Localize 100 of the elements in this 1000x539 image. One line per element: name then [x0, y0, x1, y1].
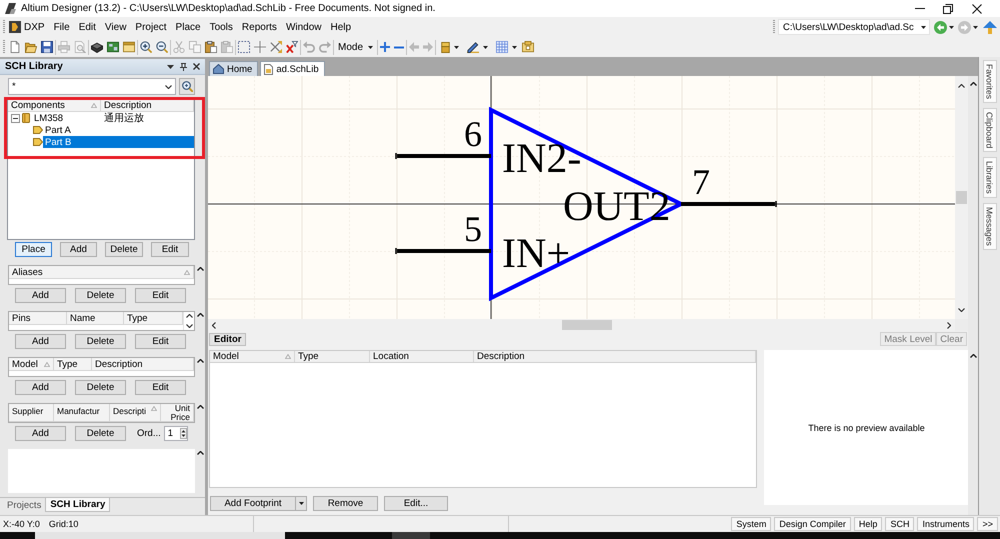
side-panel-tab[interactable]: Favorites	[982, 60, 996, 103]
panel-button[interactable]: Add	[15, 334, 66, 349]
scroll-up-icon[interactable]	[958, 84, 965, 88]
scroll-down-icon[interactable]	[186, 324, 192, 328]
pencil-icon[interactable]	[467, 41, 480, 53]
column-header[interactable]: Description	[101, 99, 194, 111]
side-panel-tab[interactable]: Clipboard	[982, 108, 996, 152]
panel-tab[interactable]: Editor	[209, 333, 246, 346]
status-button[interactable]: >>	[977, 517, 998, 531]
column-header[interactable]: Descripti	[110, 404, 161, 421]
column-header[interactable]: Description	[474, 351, 756, 362]
status-button[interactable]: Help	[854, 517, 882, 531]
filter-dropdown[interactable]: *	[8, 78, 176, 95]
crossed-arrows-icon[interactable]	[270, 41, 282, 53]
menu-item[interactable]: Place	[171, 20, 206, 34]
dxp-logo-icon[interactable]	[9, 21, 21, 33]
restore-icon[interactable]	[943, 4, 953, 14]
panel-button[interactable]: Delete	[75, 334, 126, 349]
column-header[interactable]: Pins	[9, 312, 67, 324]
column-header[interactable]: Name	[67, 312, 124, 324]
side-panel-tab[interactable]: Libraries	[982, 157, 996, 198]
selection-rectangle-icon[interactable]	[238, 41, 250, 53]
column-header[interactable]: Components	[8, 99, 101, 111]
menu-item[interactable]: Window	[281, 20, 326, 34]
panel-button[interactable]: Add	[15, 380, 66, 395]
dropdown-icon[interactable]	[167, 64, 174, 68]
pin-icon[interactable]	[180, 62, 187, 70]
stack-icon[interactable]	[91, 41, 103, 53]
column-header[interactable]: Type	[54, 358, 92, 370]
status-button[interactable]: Design Compiler	[774, 517, 851, 531]
horizontal-scrollbar[interactable]	[208, 319, 955, 331]
status-button[interactable]: Instruments	[917, 517, 974, 531]
panel-button[interactable]: Delete	[75, 380, 126, 395]
vertical-scrollbar[interactable]	[955, 76, 968, 319]
scroll-down-icon[interactable]	[958, 308, 965, 312]
scrollbar-thumb[interactable]	[956, 191, 967, 204]
plus-icon[interactable]	[380, 42, 390, 52]
column-header[interactable]: Aliases	[9, 266, 194, 278]
column-header[interactable]: Description	[92, 358, 194, 370]
zoom-out-icon[interactable]	[156, 41, 168, 53]
panel-button[interactable]: Add	[60, 242, 97, 257]
menu-item[interactable]: Reports	[237, 20, 282, 34]
panel-button[interactable]: Edit	[151, 242, 189, 257]
action-button[interactable]: Add Footprint	[210, 496, 296, 511]
tree-item[interactable]: Part A	[43, 124, 73, 136]
column-header[interactable]: Supplier	[9, 404, 54, 421]
column-header[interactable]: Location	[370, 351, 474, 362]
panel-button[interactable]: Place	[15, 242, 52, 257]
circuit-board-icon[interactable]	[107, 41, 119, 53]
save-icon[interactable]	[41, 41, 53, 53]
side-panel-tab[interactable]: Messages	[982, 202, 996, 250]
menu-item[interactable]: File	[49, 20, 74, 34]
open-folder-icon[interactable]	[25, 41, 37, 53]
menu-item[interactable]: Edit	[74, 20, 100, 34]
menu-item[interactable]: DXP	[21, 20, 50, 34]
document-tab[interactable]: ad.SchLib	[260, 61, 325, 76]
zoom-in-icon[interactable]	[140, 41, 152, 53]
path-dropdown[interactable]: C:\Users\LW\Desktop\ad\ad.Sc	[778, 19, 930, 35]
dropdown-button[interactable]	[296, 496, 307, 511]
menu-item[interactable]: Project	[130, 20, 172, 34]
column-header[interactable]: Type	[295, 351, 370, 362]
scroll-left-icon[interactable]	[212, 322, 216, 328]
panel-button[interactable]: Edit	[135, 380, 186, 395]
panel-button[interactable]: Delete	[105, 242, 143, 257]
action-button[interactable]: Remove	[313, 496, 378, 511]
column-header[interactable]: Type	[124, 312, 183, 324]
back-arrow-icon[interactable]	[934, 20, 947, 34]
search-button[interactable]	[179, 78, 195, 95]
column-header[interactable]: Model	[210, 351, 295, 362]
grid-icon[interactable]	[496, 41, 508, 53]
column-header[interactable]: Model	[9, 358, 54, 370]
vertical-scrollbar[interactable]	[183, 312, 194, 330]
new-document-icon[interactable]	[9, 41, 21, 53]
mode-dropdown[interactable]: Mode	[334, 39, 378, 55]
panel-button[interactable]: Edit	[135, 288, 186, 303]
crosshair-icon[interactable]	[254, 41, 266, 53]
scroll-right-icon[interactable]	[947, 322, 951, 328]
panel-button[interactable]: Delete	[75, 288, 126, 303]
action-button[interactable]: Edit...	[384, 496, 448, 511]
panel-button[interactable]: Add	[15, 426, 66, 441]
box-stack-icon[interactable]	[441, 42, 450, 52]
panel-tab[interactable]: Projects	[3, 498, 46, 512]
column-header[interactable]: Manufactur	[54, 404, 110, 421]
panel-button[interactable]: Delete	[75, 426, 126, 441]
clear-filter-icon[interactable]	[286, 41, 298, 53]
status-button[interactable]: SCH	[885, 517, 914, 531]
close-icon[interactable]	[193, 63, 200, 70]
panel-button[interactable]: Edit	[135, 334, 186, 349]
status-button[interactable]: System	[731, 517, 772, 531]
up-arrow-icon[interactable]	[983, 20, 997, 34]
tree-item[interactable]: Part B	[43, 136, 194, 148]
menu-item[interactable]: Tools	[205, 20, 238, 34]
quantity-spinner[interactable]: 1	[164, 426, 188, 441]
window-icon[interactable]	[123, 41, 135, 53]
document-tab[interactable]: Home	[209, 61, 258, 76]
scrollbar-thumb[interactable]	[562, 320, 612, 330]
close-icon[interactable]	[972, 4, 982, 14]
tree-item[interactable]: LM358	[32, 112, 66, 124]
panel-button[interactable]: Add	[15, 288, 66, 303]
clipboard-icon[interactable]	[205, 41, 217, 53]
